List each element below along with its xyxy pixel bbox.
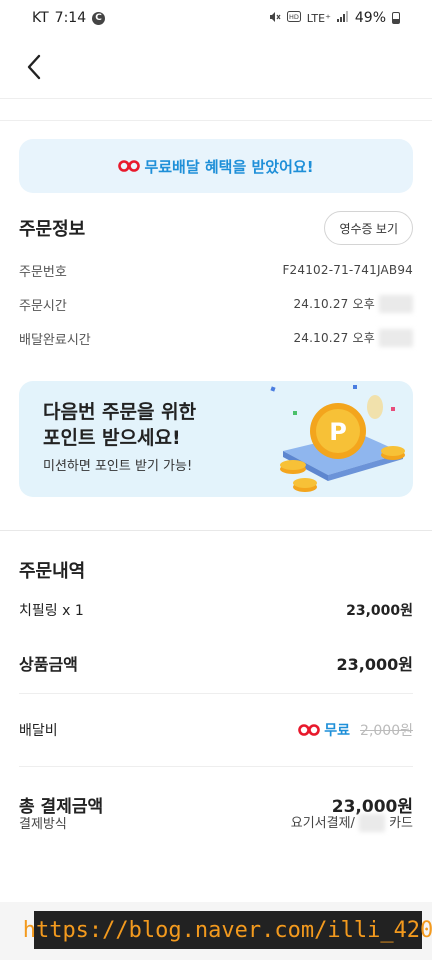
hd-icon: HD bbox=[286, 11, 301, 25]
mute-icon bbox=[269, 11, 281, 26]
delivery-fee-row: 배달비 무료 2,000원 bbox=[0, 694, 432, 766]
payment-card: 카드 bbox=[389, 815, 413, 831]
delivery-original-price: 2,000원 bbox=[360, 723, 413, 739]
delivery-free-label: 무료 bbox=[324, 723, 351, 739]
yogiyo-logo-icon bbox=[118, 160, 141, 172]
delivery-fee-value: 무료 2,000원 bbox=[298, 720, 413, 740]
section-divider bbox=[0, 497, 432, 531]
payment-value: 요기서결제/ 카드 bbox=[291, 812, 413, 833]
status-bar: KT 7:14 C HD LTE⁺ 49% bbox=[0, 0, 432, 36]
point-banner-title: 다음번 주문을 위한 포인트 받으세요! bbox=[43, 399, 196, 451]
blurred-card bbox=[358, 814, 385, 833]
order-number-value: F24102-71-741JAB94 bbox=[282, 263, 413, 277]
order-time-value-wrap: 24.10.27 오후 bbox=[293, 295, 413, 314]
order-number-label: 주문번호 bbox=[19, 264, 67, 280]
order-details-title: 주문내역 bbox=[19, 561, 86, 582]
svg-text:HD: HD bbox=[289, 13, 299, 21]
yogiyo-logo-icon bbox=[298, 724, 321, 736]
blurred-time bbox=[379, 329, 413, 348]
delivery-done-value-wrap: 24.10.27 오후 bbox=[293, 329, 413, 348]
order-info-section: 주문정보 영수증 보기 주문번호 F24102-71-741JAB94 주문시간… bbox=[0, 211, 432, 355]
coin-illustration-icon: P bbox=[270, 385, 405, 492]
network-type-label: LTE⁺ bbox=[306, 11, 331, 25]
order-details-title-wrap: 주문내역 bbox=[0, 557, 432, 583]
order-item-price: 23,000원 bbox=[346, 603, 413, 619]
status-left: KT 7:14 C bbox=[32, 10, 106, 26]
point-banner-subtitle: 미션하면 포인트 받기 가능! bbox=[43, 459, 193, 474]
free-delivery-banner: 무료배달 혜택을 받았어요! bbox=[19, 139, 413, 193]
order-info-header: 주문정보 영수증 보기 bbox=[19, 211, 413, 245]
subtotal-row: 상품금액 23,000원 bbox=[0, 633, 432, 693]
notification-c-icon: C bbox=[92, 11, 106, 25]
status-right: HD LTE⁺ 49% bbox=[269, 10, 400, 26]
carrier-label: KT bbox=[32, 10, 49, 26]
spacer bbox=[0, 99, 432, 121]
order-info-rows: 주문번호 F24102-71-741JAB94 주문시간 24.10.27 오후… bbox=[19, 253, 413, 355]
point-mission-banner[interactable]: 다음번 주문을 위한 포인트 받으세요! 미션하면 포인트 받기 가능! P bbox=[19, 381, 413, 497]
view-receipt-button[interactable]: 영수증 보기 bbox=[324, 211, 413, 245]
order-time-label: 주문시간 bbox=[19, 298, 67, 314]
clock: 7:14 bbox=[54, 10, 87, 26]
back-button[interactable] bbox=[22, 52, 46, 82]
delivery-done-label: 배달완료시간 bbox=[19, 332, 91, 348]
blog-watermark: https://blog.naver.com/illi_420 bbox=[23, 911, 432, 949]
delivery-done-value: 24.10.27 오후 bbox=[293, 330, 375, 345]
order-item-name: 치필링 x 1 bbox=[19, 603, 84, 619]
delivery-done-row: 배달완료시간 24.10.27 오후 bbox=[19, 321, 413, 355]
chevron-left-icon bbox=[27, 54, 41, 80]
coin-letter: P bbox=[329, 418, 347, 446]
free-delivery-text: 무료배달 혜택을 받았어요! bbox=[144, 157, 314, 176]
order-item-row: 치필링 x 1 23,000원 bbox=[0, 587, 432, 633]
signal-icon bbox=[336, 11, 349, 25]
order-number-row: 주문번호 F24102-71-741JAB94 bbox=[19, 253, 413, 287]
payment-label: 결제방식 bbox=[19, 816, 67, 832]
subtotal-value: 23,000원 bbox=[336, 655, 413, 674]
payment-method: 요기서결제/ bbox=[290, 815, 355, 831]
point-banner-title-line2: 포인트 받으세요! bbox=[43, 427, 181, 449]
blurred-time bbox=[379, 295, 413, 314]
delivery-fee-label: 배달비 bbox=[19, 723, 58, 739]
subtotal-label: 상품금액 bbox=[19, 655, 78, 674]
point-banner-title-line1: 다음번 주문을 위한 bbox=[43, 401, 197, 423]
battery-percent: 49% bbox=[354, 10, 386, 26]
order-info-title: 주문정보 bbox=[19, 219, 86, 240]
top-navigation bbox=[0, 36, 432, 98]
battery-icon bbox=[392, 12, 400, 24]
order-time-value: 24.10.27 오후 bbox=[293, 296, 375, 311]
payment-row: 결제방식 요기서결제/ 카드 bbox=[0, 814, 432, 833]
order-time-row: 주문시간 24.10.27 오후 bbox=[19, 287, 413, 321]
